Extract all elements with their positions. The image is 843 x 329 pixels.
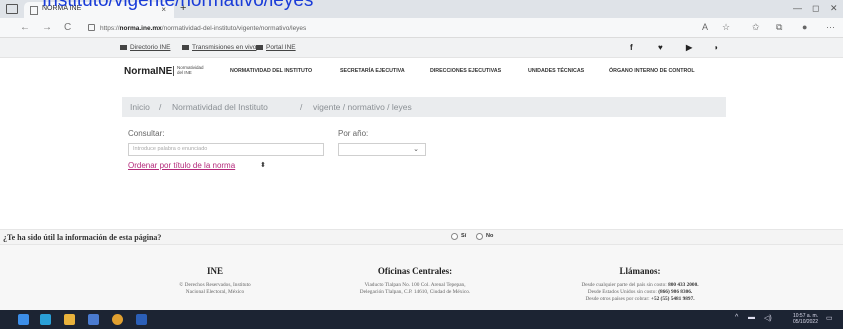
more-icon[interactable]: ···	[826, 22, 835, 32]
people-icon	[120, 44, 127, 50]
clock-date: 05/10/2022	[792, 319, 818, 325]
maximize-icon[interactable]: ◻	[812, 3, 819, 14]
footer-phone-line: Desde otros países por cobrar: +52 (55) …	[585, 296, 695, 302]
rss-icon[interactable]: ◗	[714, 43, 719, 52]
search-input[interactable]: Introduce palabra o enunciado	[128, 143, 324, 156]
footer-ine-line: Nacional Electoral, México	[185, 289, 245, 295]
year-select[interactable]: ⌄	[338, 143, 426, 156]
breadcrumb-separator: /	[300, 102, 303, 112]
screen: { "overlay_caption": "Instituto/vigente/…	[0, 0, 843, 329]
feedback-bar: ¿Te ha sido útil la información de esta …	[0, 229, 843, 245]
teams-icon[interactable]	[88, 314, 99, 325]
site-footer: INE © Derechos Reservados, Instituto Nac…	[0, 245, 843, 310]
url-prefix: https://	[100, 25, 120, 32]
page-favicon-icon	[30, 6, 38, 15]
transmisiones-link[interactable]: Transmisiones en vivo	[182, 44, 256, 51]
volume-icon[interactable]: ◁)	[764, 314, 772, 322]
url-path: /normatividad-del-instituto/vigente/norm…	[161, 25, 307, 32]
back-icon[interactable]: ←	[20, 22, 30, 33]
logo-divider	[173, 66, 174, 76]
chrome-icon[interactable]	[112, 314, 123, 325]
url-domain: norma.ine.mx	[119, 25, 162, 32]
feedback-question: ¿Te ha sido útil la información de esta …	[3, 233, 162, 242]
start-icon[interactable]	[18, 314, 29, 325]
taskbar: ^ ▬ ◁) 10:57 a. m. 05/10/2022 ▭	[0, 310, 843, 329]
footer-oficinas-line: Viaducto Tlalpan No. 100 Col. Arenal Tep…	[364, 282, 466, 288]
footer-phone-line: Desde Estados Unidos sin costo: (866) 98…	[587, 289, 693, 295]
sort-arrows-icon[interactable]: ⬍	[260, 161, 266, 169]
footer-phone-line: Desde cualquier parte del país sin costo…	[581, 282, 699, 288]
menu-direcciones[interactable]: DIRECCIONES EJECUTIVAS	[430, 68, 501, 74]
breadcrumb-normatividad[interactable]: Normatividad del Instituto	[172, 102, 268, 112]
footer-col-oficinas: Oficinas Centrales: Viaducto Tlalpan No.…	[315, 266, 515, 296]
menu-unidades[interactable]: UNIDADES TÉCNICAS	[528, 68, 584, 74]
youtube-icon[interactable]: ▶	[686, 43, 692, 52]
home-icon	[256, 44, 263, 50]
feedback-no-label: No	[486, 233, 494, 239]
video-icon	[182, 44, 189, 50]
twitter-icon[interactable]: ♥	[658, 43, 663, 52]
consult-label: Consultar:	[128, 129, 165, 138]
edge-icon[interactable]	[40, 314, 51, 325]
footer-col-ine: INE © Derechos Reservados, Instituto Nac…	[140, 266, 290, 296]
file-explorer-icon[interactable]	[64, 314, 75, 325]
feedback-no-radio[interactable]	[476, 233, 483, 240]
breadcrumb-inicio[interactable]: Inicio	[130, 102, 150, 112]
footer-oficinas-title: Oficinas Centrales:	[377, 266, 453, 276]
breadcrumb: Inicio / Normatividad del Instituto / vi…	[122, 97, 726, 117]
footer-col-llamanos: Llámanos: Desde cualquier parte del país…	[525, 266, 755, 303]
word-icon[interactable]	[136, 314, 147, 325]
address-bar: ← → C https://norma.ine.mx/normatividad-…	[0, 18, 843, 38]
directorio-link[interactable]: Directorio INE	[120, 44, 170, 51]
footer-llamanos-title: Llámanos:	[619, 266, 661, 276]
reload-icon[interactable]: C	[64, 22, 71, 33]
url-field[interactable]: https://norma.ine.mx/normatividad-del-in…	[100, 22, 720, 35]
facebook-icon[interactable]: f	[630, 43, 633, 52]
menu-organo[interactable]: ÓRGANO INTERNO DE CONTROL	[609, 68, 695, 74]
utility-bar: Directorio INE Transmisiones en vivo Por…	[0, 38, 843, 58]
search-placeholder: Introduce palabra o enunciado	[133, 146, 208, 152]
footer-ine-title: INE	[206, 266, 223, 276]
portal-link[interactable]: Portal INE	[256, 44, 296, 51]
menu-secretaria[interactable]: SECRETARÍA EJECUTIVA	[340, 68, 405, 74]
forward-icon[interactable]: →	[42, 22, 52, 33]
close-window-icon[interactable]: ✕	[830, 3, 838, 14]
logo-subtitle: Normatividad del INE	[177, 65, 204, 75]
profile-icon[interactable]: ●	[802, 22, 807, 32]
menu-normatividad[interactable]: NORMATIVIDAD DEL INSTITUTO	[230, 68, 312, 74]
clock[interactable]: 10:57 a. m. 05/10/2022	[788, 313, 818, 325]
minimize-icon[interactable]: —	[793, 3, 802, 13]
sort-by-title-link[interactable]: Ordenar por título de la norma	[128, 161, 235, 170]
collections-icon[interactable]: ⧉	[776, 22, 782, 33]
lock-icon	[88, 24, 95, 31]
site-header: NormaINE Normatividad del INE NORMATIVID…	[0, 58, 843, 82]
feedback-yes-radio[interactable]	[451, 233, 458, 240]
breadcrumb-current: vigente / normativo / leyes	[313, 102, 412, 112]
network-icon[interactable]: ▬	[748, 314, 755, 321]
overlay-caption: Instituto/vigente/normativo/leyes	[42, 0, 314, 11]
footer-oficinas-line: Delegación Tlalpan, C.P. 14610, Ciudad d…	[359, 289, 471, 295]
favorite-icon[interactable]: ☆	[722, 22, 730, 33]
favorites-bar-icon[interactable]: ✩	[752, 22, 760, 33]
tray-chevron-icon[interactable]: ^	[735, 314, 738, 321]
window-menu-icon[interactable]	[6, 4, 18, 14]
feedback-yes-label: Sí	[461, 233, 467, 239]
logo[interactable]: NormaINE	[124, 66, 172, 77]
chevron-down-icon: ⌄	[413, 146, 419, 153]
footer-ine-line: © Derechos Reservados, Instituto	[179, 282, 251, 288]
notifications-icon[interactable]: ▭	[826, 314, 833, 322]
read-aloud-icon[interactable]: A	[702, 22, 708, 32]
year-label: Por año:	[338, 129, 369, 138]
breadcrumb-separator: /	[159, 102, 162, 112]
